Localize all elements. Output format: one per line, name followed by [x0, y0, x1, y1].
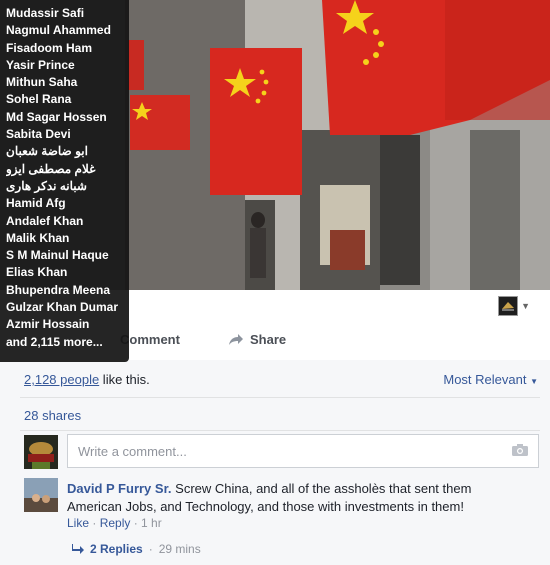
- post-as-selector[interactable]: ▼: [498, 296, 530, 316]
- comment-like-link[interactable]: Like: [67, 516, 89, 530]
- liker-name: Hamid Afg: [6, 196, 66, 211]
- liker-name: Fisadoom Ham: [6, 40, 93, 55]
- current-user-avatar[interactable]: [24, 435, 58, 469]
- commenter-avatar[interactable]: [24, 478, 58, 512]
- replies-timestamp: 29 mins: [158, 542, 201, 556]
- share-arrow-icon: [229, 334, 243, 345]
- page-avatar-thumbnail: [498, 296, 519, 316]
- view-replies[interactable]: 2 Replies · 29 mins: [72, 542, 201, 556]
- liker-name: Mudassir Safi: [6, 6, 85, 20]
- liker-name: Elias Khan: [6, 265, 68, 280]
- likers-more-count: and 2,115 more...: [6, 334, 103, 349]
- liker-name: غلام مصطفى ايزو: [6, 161, 96, 176]
- liker-name: Yasir Prince: [6, 57, 75, 72]
- comment-composer[interactable]: [67, 434, 539, 468]
- likes-summary: 2,128 people like this.: [24, 372, 150, 387]
- liker-name: Md Sagar Hossen: [6, 109, 107, 124]
- comment-meta: Like · Reply · 1 hr: [67, 516, 162, 530]
- liker-name: شبانه ندکر هاری: [6, 178, 87, 193]
- likers-tooltip: Mudassir Safi Nagmul Ahammed Fisadoom Ha…: [0, 0, 129, 362]
- comment-sort-dropdown[interactable]: Most Relevant ▼: [443, 372, 538, 387]
- replies-link[interactable]: 2 Replies: [90, 542, 143, 556]
- camera-icon[interactable]: [512, 444, 528, 456]
- chevron-down-icon: ▼: [521, 301, 530, 311]
- likers-link[interactable]: 2,128 people: [24, 372, 99, 387]
- comment-author-link[interactable]: David P Furry Sr.: [67, 481, 172, 496]
- chevron-down-icon: ▼: [530, 377, 538, 386]
- liker-name: Sabita Devi: [6, 127, 71, 142]
- replies-separator: ·: [148, 542, 153, 556]
- liker-name: Andalef Khan: [6, 213, 84, 228]
- share-label: Share: [250, 332, 287, 347]
- divider: [20, 397, 540, 398]
- liker-name: Gulzar Khan Dumar: [6, 300, 119, 315]
- liker-name: Mithun Saha: [6, 75, 78, 90]
- sort-label: Most Relevant: [443, 372, 527, 387]
- comment-body: David P Furry Sr. Screw China, and all o…: [67, 480, 517, 516]
- liker-name: Azmir Hossain: [6, 317, 90, 332]
- liker-name: Nagmul Ahammed: [6, 23, 111, 38]
- reply-arrow-icon: [72, 544, 84, 554]
- divider: [20, 430, 540, 431]
- comment-reply-link[interactable]: Reply: [100, 516, 131, 530]
- comment-input[interactable]: [76, 435, 500, 467]
- liker-name: Sohel Rana: [6, 92, 72, 107]
- comment-timestamp: 1 hr: [141, 516, 162, 530]
- liker-name: Bhupendra Meena: [6, 282, 111, 297]
- shares-link[interactable]: 28 shares: [24, 408, 81, 423]
- likes-suffix: like this.: [99, 372, 150, 387]
- share-button[interactable]: Share: [228, 332, 286, 347]
- meta-separator: ·: [89, 516, 100, 530]
- meta-separator: ·: [130, 516, 142, 530]
- liker-name: S M Mainul Haque: [6, 248, 109, 263]
- liker-name: Malik Khan: [6, 230, 70, 245]
- liker-name: ابو ضاضة شعبان: [6, 144, 88, 159]
